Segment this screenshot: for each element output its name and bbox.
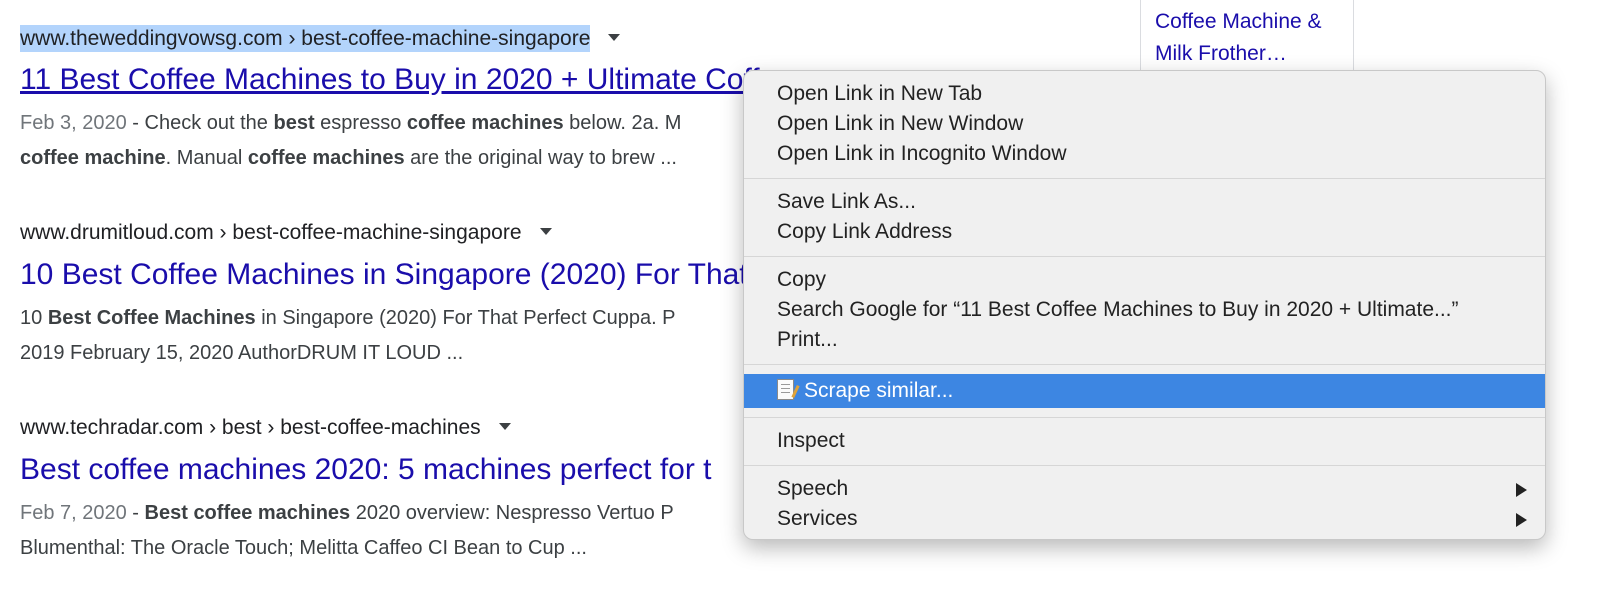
search-results-page: www.theweddingvowsg.com › best-coffee-ma… <box>0 0 1600 594</box>
snippet-text: are the original way to brew ... <box>404 147 677 169</box>
snippet-text: . Manual <box>165 147 248 169</box>
menu-item-label: Speech <box>777 477 849 500</box>
snippet-text: espresso <box>314 112 407 134</box>
menu-separator <box>744 178 1545 179</box>
result-snippet: 10 Best Coffee Machines in Singapore (20… <box>20 301 676 336</box>
context-menu: Open Link in New Tab Open Link in New Wi… <box>743 70 1546 540</box>
result-snippet: Blumenthal: The Oracle Touch; Melitta Ca… <box>20 531 587 566</box>
menu-separator <box>744 417 1545 418</box>
snippet-text: in Singapore (2020) For That Perfect Cup… <box>255 307 676 329</box>
menu-item-scrape-similar[interactable]: Scrape similar... <box>744 374 1545 408</box>
snippet-bold: Best coffee machines <box>144 502 351 524</box>
result-title-link[interactable]: 11 Best Coffee Machines to Buy in 2020 +… <box>20 63 793 96</box>
menu-item-copy[interactable]: Copy <box>744 265 1545 295</box>
snippet-text: - Check out the <box>126 112 274 134</box>
result-title-link[interactable]: Best coffee machines 2020: 5 machines pe… <box>20 453 712 486</box>
result-url-line[interactable]: www.theweddingvowsg.com › best-coffee-ma… <box>20 25 621 53</box>
result-url[interactable]: www.techradar.com › best › best-coffee-m… <box>20 416 481 439</box>
result-snippet: Feb 3, 2020 - Check out the best espress… <box>20 106 681 141</box>
snippet-text: - <box>126 502 145 524</box>
menu-item-open-new-tab[interactable]: Open Link in New Tab <box>744 79 1545 109</box>
result-url-line[interactable]: www.drumitloud.com › best-coffee-machine… <box>20 219 552 247</box>
snippet-bold: Best Coffee Machines <box>47 307 256 329</box>
result-title[interactable]: 10 Best Coffee Machines in Singapore (20… <box>20 256 748 294</box>
submenu-arrow-icon <box>1516 483 1527 497</box>
result-snippet: Feb 7, 2020 - Best coffee machines 2020 … <box>20 496 674 531</box>
menu-separator <box>744 364 1545 365</box>
menu-item-copy-link-address[interactable]: Copy Link Address <box>744 217 1545 247</box>
menu-item-inspect[interactable]: Inspect <box>744 426 1545 456</box>
result-snippet: 2019 February 15, 2020 AuthorDRUM IT LOU… <box>20 336 463 371</box>
snippet-text: Blumenthal: The Oracle Touch; Melitta Ca… <box>20 537 587 559</box>
menu-item-label: Scrape similar... <box>804 379 954 402</box>
snippet-bold: best <box>273 112 315 134</box>
result-url[interactable]: www.drumitloud.com › best-coffee-machine… <box>20 221 522 244</box>
snippet-bold: coffee machines <box>247 147 405 169</box>
side-panel: Coffee Machine & Milk Frother… <box>1140 0 1354 75</box>
result-title[interactable]: 11 Best Coffee Machines to Buy in 2020 +… <box>20 61 793 99</box>
result-url[interactable]: www.theweddingvowsg.com › best-coffee-ma… <box>20 25 591 52</box>
snippet-text: below. 2a. M <box>563 112 682 134</box>
result-title-link[interactable]: 10 Best Coffee Machines in Singapore (20… <box>20 258 748 291</box>
side-panel-link[interactable]: Coffee Machine & Milk Frother… <box>1155 6 1345 70</box>
menu-item-print[interactable]: Print... <box>744 325 1545 355</box>
scraper-document-icon <box>777 378 794 400</box>
menu-separator <box>744 465 1545 466</box>
caret-down-icon[interactable] <box>498 422 511 430</box>
menu-separator <box>744 256 1545 257</box>
snippet-bold: coffee machines <box>406 112 564 134</box>
menu-item-open-new-window[interactable]: Open Link in New Window <box>744 109 1545 139</box>
snippet-text: 10 <box>20 307 48 329</box>
result-date: Feb 3, 2020 <box>20 112 127 134</box>
snippet-bold: coffee machine <box>20 147 166 169</box>
submenu-arrow-icon <box>1516 513 1527 527</box>
menu-item-services[interactable]: Services <box>744 504 1545 534</box>
caret-down-icon[interactable] <box>608 33 621 41</box>
menu-item-label: Services <box>777 507 858 530</box>
menu-item-speech[interactable]: Speech <box>744 474 1545 504</box>
menu-item-save-link-as[interactable]: Save Link As... <box>744 187 1545 217</box>
menu-item-open-incognito[interactable]: Open Link in Incognito Window <box>744 139 1545 169</box>
result-snippet: coffee machine. Manual coffee machines a… <box>20 141 677 176</box>
result-title[interactable]: Best coffee machines 2020: 5 machines pe… <box>20 451 712 489</box>
result-url-line[interactable]: www.techradar.com › best › best-coffee-m… <box>20 414 511 442</box>
snippet-text: 2020 overview: Nespresso Vertuo P <box>350 502 674 524</box>
menu-item-search-google[interactable]: Search Google for “11 Best Coffee Machin… <box>744 295 1545 325</box>
caret-down-icon[interactable] <box>539 227 552 235</box>
snippet-text: 2019 February 15, 2020 AuthorDRUM IT LOU… <box>20 342 464 364</box>
result-date: Feb 7, 2020 <box>20 502 127 524</box>
